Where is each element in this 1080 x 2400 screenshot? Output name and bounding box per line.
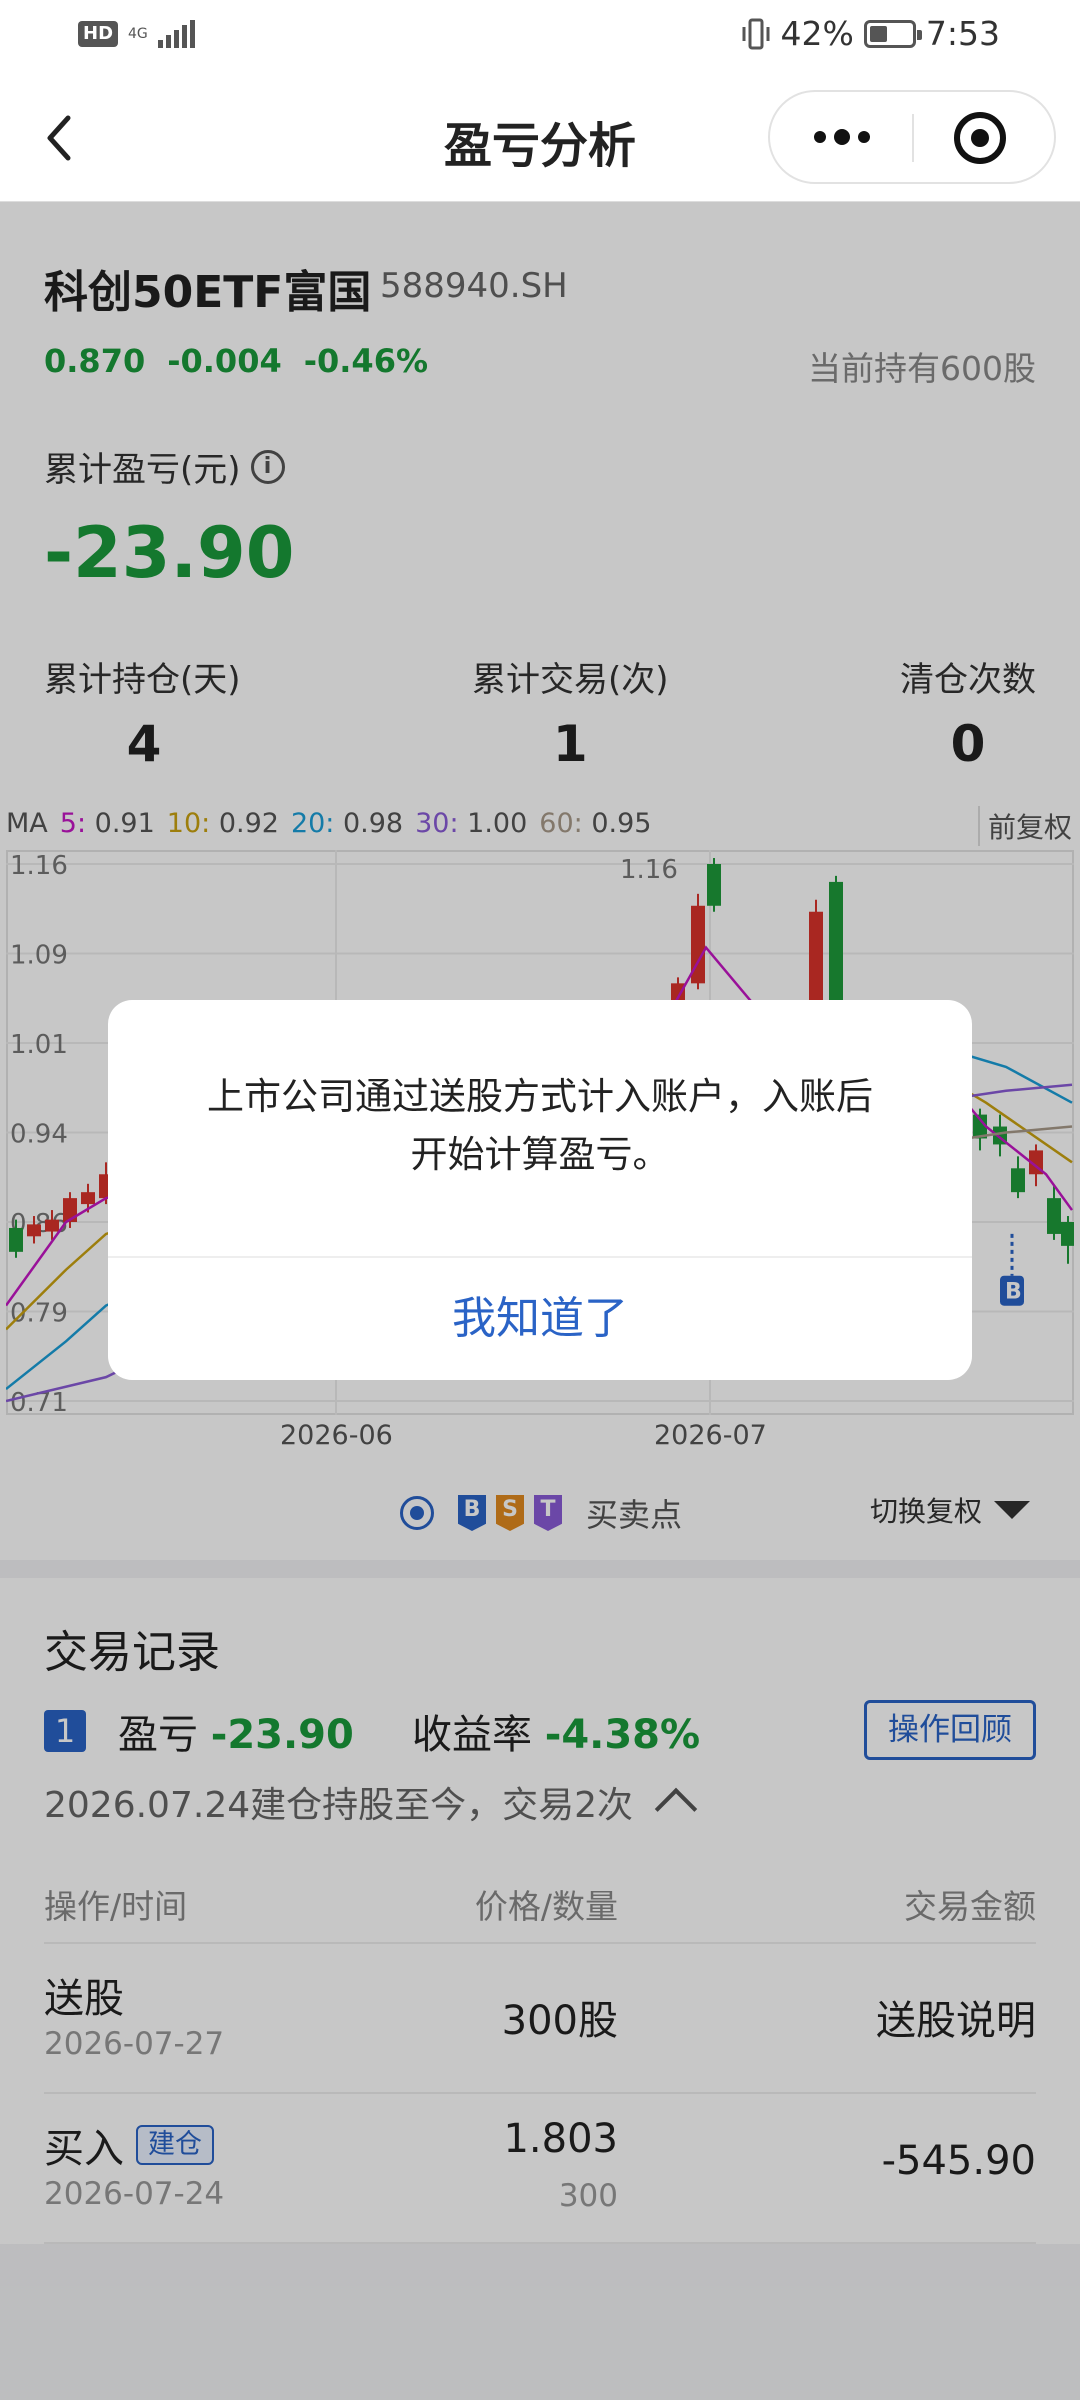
dialog-message: 上市公司通过送股方式计入账户，入账后 开始计算盈亏。 [168,1068,912,1184]
more-dots-icon [833,129,850,145]
battery-icon [863,19,922,48]
status-left: HD 4G [78,20,195,48]
more-button[interactable] [770,92,913,182]
signal-icon [157,20,195,48]
capsule-divider [912,114,914,162]
dialog-message-line: 开始计算盈亏。 [410,1133,670,1176]
network-type: 4G [128,26,148,42]
mini-program-capsule [768,90,1056,184]
more-dots-icon [813,131,826,143]
status-bar: HD 4G 42% 7:53 [0,0,1080,72]
battery-percent: 42% [780,14,854,53]
status-right: 42% 7:53 [741,14,1000,53]
more-dots-icon [857,131,870,143]
hd-badge: HD [78,21,119,47]
notice-dialog: 上市公司通过送股方式计入账户，入账后 开始计算盈亏。 我知道了 [108,1000,972,1380]
clock: 7:53 [925,14,1000,53]
target-icon[interactable] [954,112,1006,164]
vibrate-icon [742,18,770,49]
nav-bar: 盈亏分析 [0,72,1080,202]
dialog-message-line: 上市公司通过送股方式计入账户，入账后 [207,1075,873,1118]
got-it-button[interactable]: 我知道了 [108,1258,972,1380]
